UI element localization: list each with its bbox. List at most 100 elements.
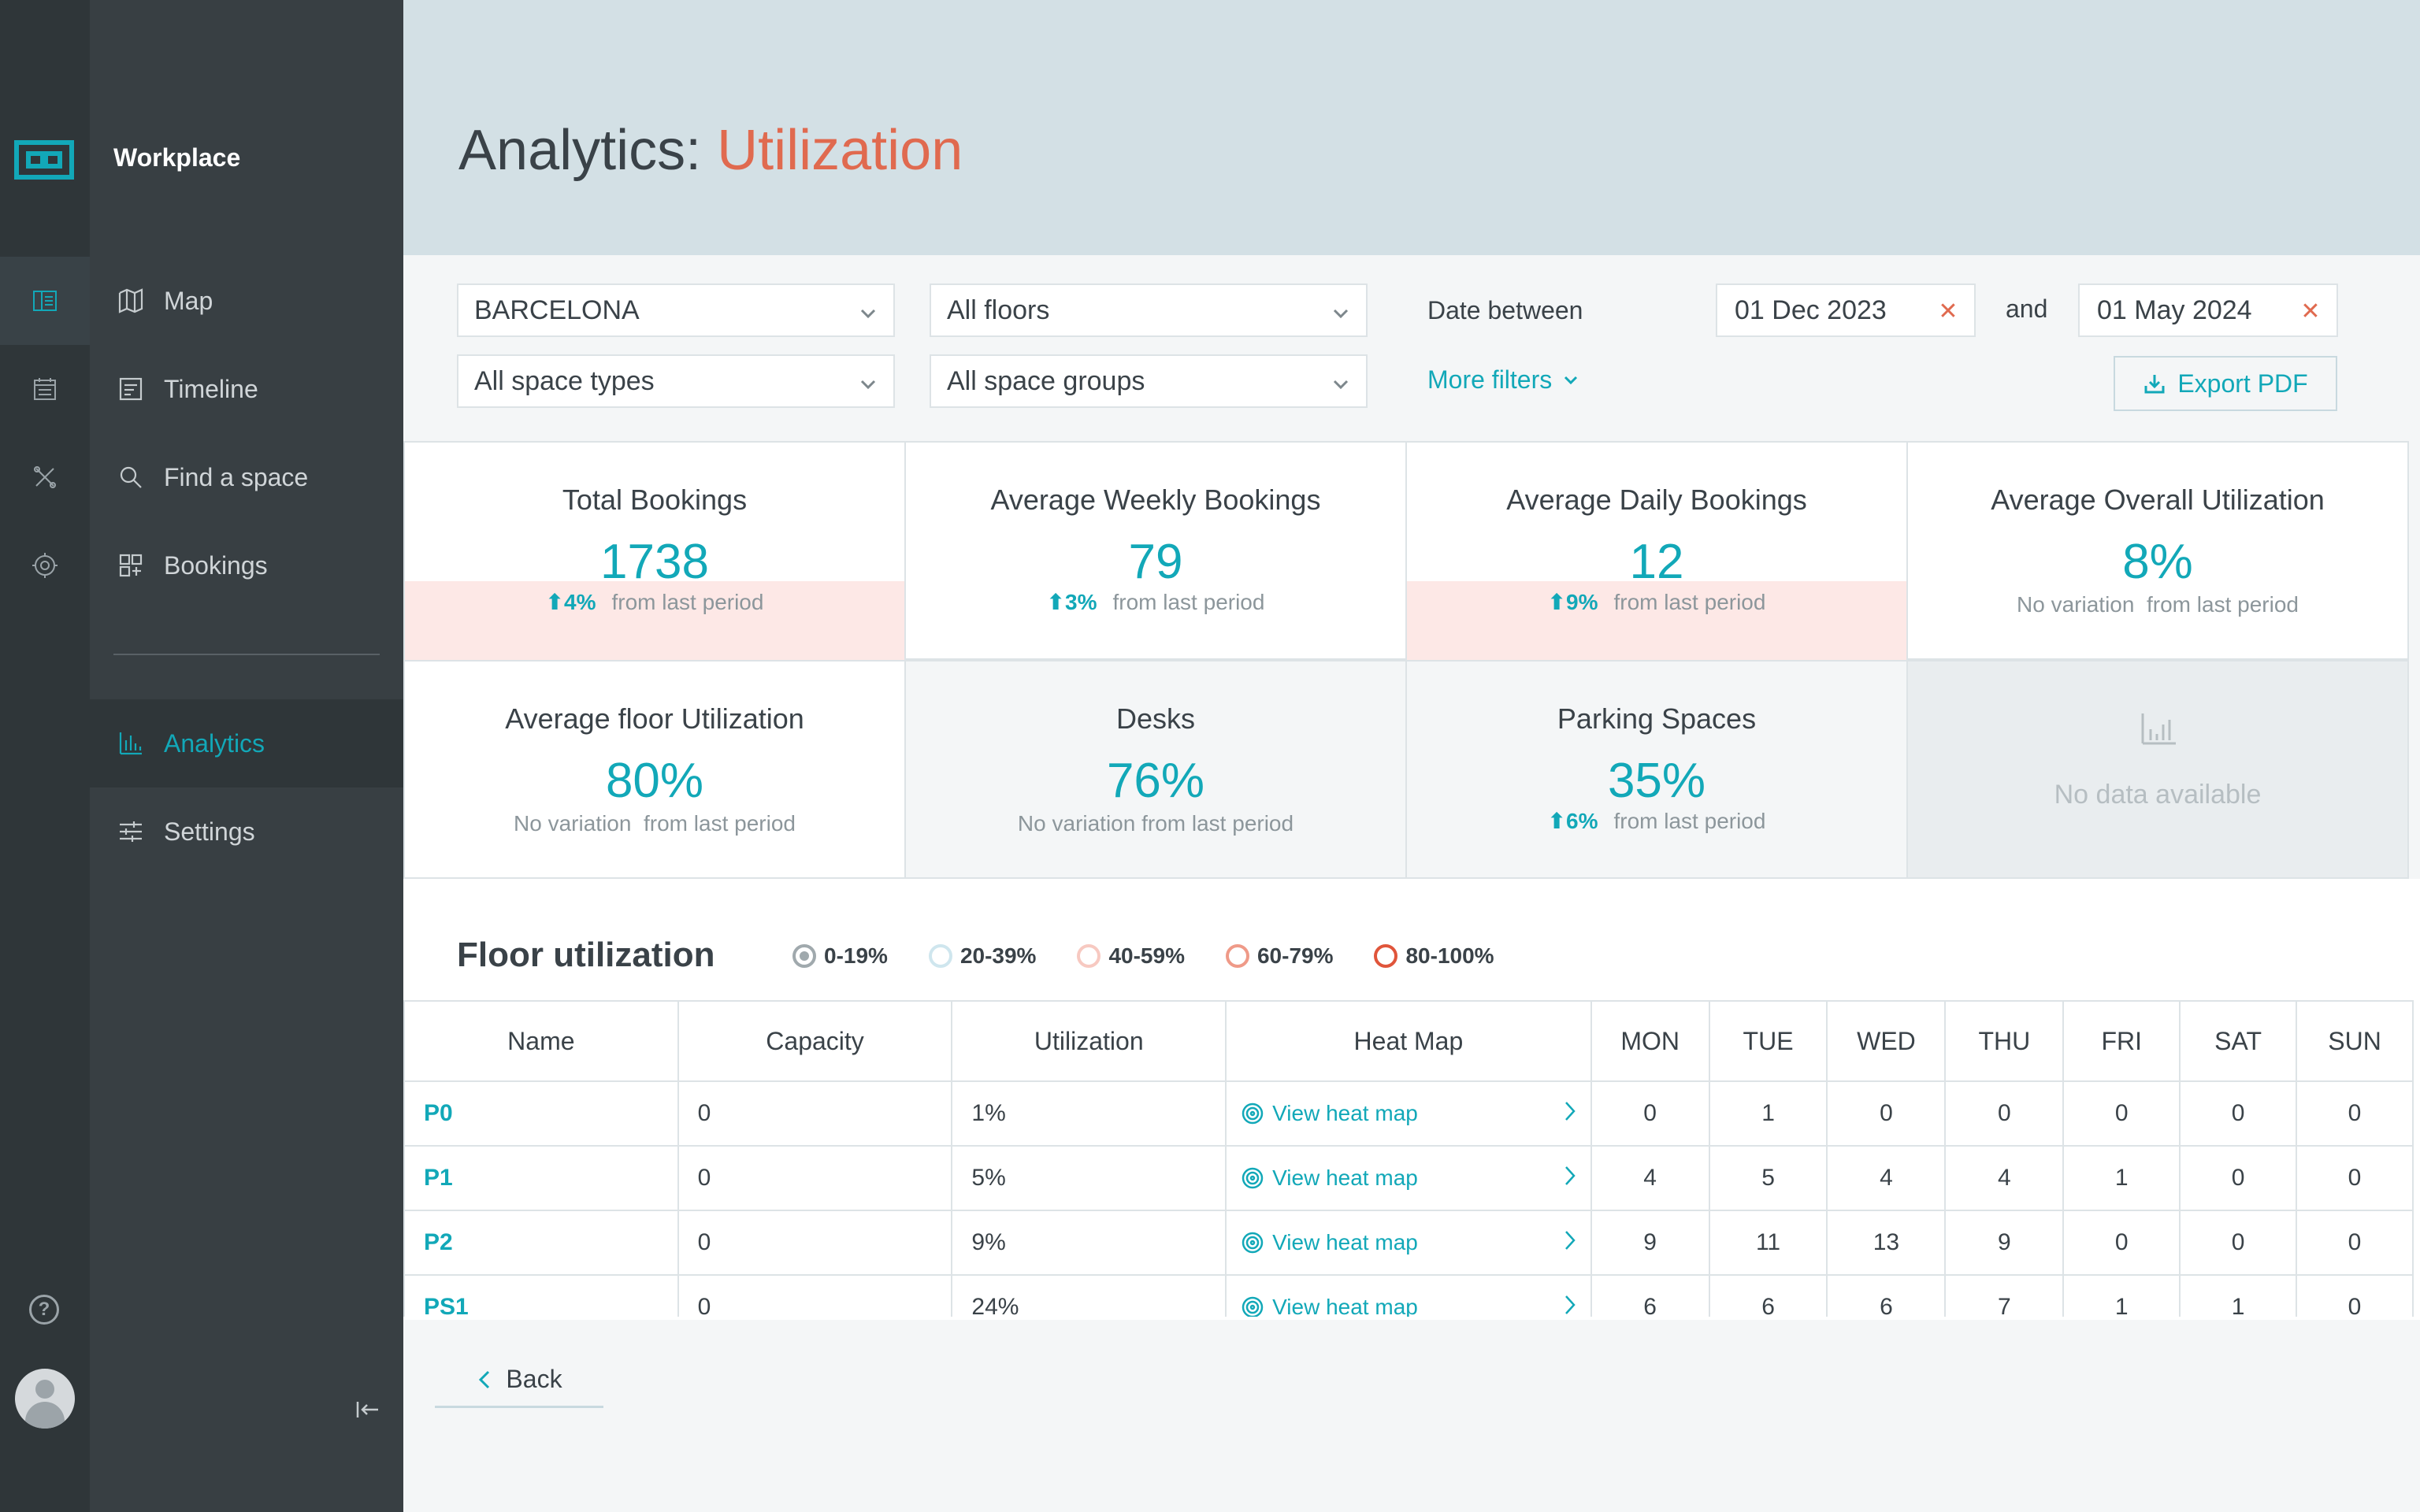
sidebar: Workplace Map Timeline Find a space Book… bbox=[90, 0, 403, 1512]
page-title-accent: Utilization bbox=[717, 119, 963, 182]
view-heat-map-link[interactable]: View heat map bbox=[1241, 1166, 1590, 1191]
heat-map-cell: View heat map bbox=[1225, 1274, 1592, 1317]
clear-date-to-icon[interactable]: ✕ bbox=[2299, 300, 2322, 324]
help-icon[interactable]: ? bbox=[29, 1295, 59, 1325]
clear-date-from-icon[interactable]: ✕ bbox=[1936, 300, 1960, 324]
sidebar-item-label: Find a space bbox=[164, 462, 309, 491]
column-header: THU bbox=[1944, 1000, 2065, 1082]
floor-name-link[interactable]: P1 bbox=[403, 1145, 679, 1211]
export-pdf-label: Export PDF bbox=[2177, 369, 2308, 398]
floor-name-link[interactable]: PS1 bbox=[403, 1274, 679, 1317]
day-value-cell: 5 bbox=[1708, 1145, 1828, 1211]
stat-note: from last period bbox=[1141, 811, 1294, 836]
export-pdf-button[interactable]: Export PDF bbox=[2114, 356, 2337, 411]
view-heat-map-link[interactable]: View heat map bbox=[1241, 1230, 1590, 1255]
chevron-down-icon bbox=[1564, 376, 1578, 384]
day-value-cell: 4 bbox=[1944, 1145, 2065, 1211]
view-heat-map-link[interactable]: View heat map bbox=[1241, 1295, 1590, 1317]
stat-value: 80% bbox=[605, 754, 704, 808]
sidebar-item-analytics[interactable]: Analytics bbox=[90, 699, 403, 788]
icon-rail: ? bbox=[0, 0, 90, 1512]
sidebar-item-find-a-space[interactable]: Find a space bbox=[90, 433, 403, 521]
stat-note: from last period bbox=[644, 811, 796, 836]
stat-note: from last period bbox=[1613, 590, 1766, 614]
stat-change: No variation from last period bbox=[1908, 592, 2407, 617]
stat-title: Average floor Utilization bbox=[505, 702, 804, 735]
sidebar-item-timeline[interactable]: Timeline bbox=[90, 345, 403, 433]
stat-card-desks: Desks 76% No variation from last period bbox=[904, 660, 1407, 879]
rail-tools-icon[interactable] bbox=[0, 433, 90, 521]
stat-change-value: 9% bbox=[1566, 590, 1598, 614]
view-heat-map-label: View heat map bbox=[1272, 1101, 1418, 1125]
day-value-cell: 0 bbox=[2062, 1210, 2181, 1276]
space-types-select[interactable]: All space types bbox=[457, 354, 895, 408]
chevron-right-icon bbox=[1559, 1228, 1581, 1252]
floor-name-link[interactable]: P2 bbox=[403, 1210, 679, 1276]
sidebar-item-label: Bookings bbox=[164, 550, 268, 580]
rail-workplace-icon[interactable] bbox=[0, 257, 90, 345]
stat-value: 76% bbox=[1106, 754, 1205, 808]
chevron-left-icon bbox=[479, 1370, 490, 1388]
view-heat-map-label: View heat map bbox=[1272, 1230, 1418, 1254]
filters-bar: BARCELONA All floors All space types All… bbox=[403, 255, 2420, 441]
sidebar-item-bookings[interactable]: Bookings bbox=[90, 521, 403, 610]
chevron-right-icon bbox=[1559, 1293, 1581, 1317]
column-header[interactable]: Utilization bbox=[951, 1000, 1227, 1082]
stat-change: ⬆9% from last period bbox=[1407, 589, 1906, 615]
sidebar-item-map[interactable]: Map bbox=[90, 257, 403, 345]
avatar-head-shape bbox=[35, 1380, 54, 1399]
stat-title: Average Weekly Bookings bbox=[990, 484, 1321, 516]
view-heat-map-link[interactable]: View heat map bbox=[1241, 1101, 1590, 1126]
day-value-cell: 6 bbox=[1708, 1274, 1828, 1317]
utilization-cell: 9% bbox=[951, 1210, 1227, 1276]
stat-change: No variation from last period bbox=[906, 811, 1405, 836]
stat-value: 12 bbox=[1629, 535, 1684, 589]
day-value-cell: 0 bbox=[1826, 1080, 1947, 1147]
day-value-cell: 0 bbox=[2179, 1145, 2298, 1211]
stat-card-average-overall-utilization: Average Overall Utilization 8% No variat… bbox=[1906, 441, 2409, 660]
sidebar-item-label: Map bbox=[164, 286, 213, 315]
rail-settings-gear-icon[interactable] bbox=[0, 521, 90, 610]
legend-item: 20-39% bbox=[928, 943, 1036, 969]
download-icon bbox=[2144, 375, 2165, 394]
stat-card-average-daily-bookings: Average Daily Bookings 12 ⬆9% from last p… bbox=[1405, 441, 1908, 660]
date-to-field[interactable]: 01 May 2024 ✕ bbox=[2078, 284, 2338, 337]
utilization-cell: 1% bbox=[951, 1080, 1227, 1147]
location-select[interactable]: BARCELONA bbox=[457, 284, 895, 337]
day-value-cell: 4 bbox=[1826, 1145, 1947, 1211]
legend-label: 40-59% bbox=[1108, 943, 1185, 968]
space-groups-select[interactable]: All space groups bbox=[930, 354, 1368, 408]
stat-note: from last period bbox=[2147, 592, 2299, 617]
day-value-cell: 0 bbox=[2179, 1210, 2298, 1276]
column-header[interactable]: Capacity bbox=[677, 1000, 953, 1082]
date-from-field[interactable]: 01 Dec 2023 ✕ bbox=[1716, 284, 1976, 337]
more-filters-button[interactable]: More filters bbox=[1427, 365, 1580, 395]
collapse-sidebar-button[interactable] bbox=[353, 1395, 384, 1427]
table-row: P1 0 5% View heat map 4 5 4 4 1 0 0 bbox=[403, 1145, 2414, 1211]
column-header[interactable]: Name bbox=[403, 1000, 679, 1082]
stat-title: Desks bbox=[1115, 702, 1196, 735]
floors-select[interactable]: All floors bbox=[930, 284, 1368, 337]
and-label: and bbox=[2006, 295, 2048, 323]
day-value-cell: 9 bbox=[1590, 1210, 1710, 1276]
rail-calendar-icon[interactable] bbox=[0, 345, 90, 433]
user-avatar[interactable] bbox=[15, 1369, 75, 1429]
table-row: PS1 0 24% View heat map 6 6 6 7 1 1 0 bbox=[403, 1274, 2414, 1317]
floor-name-link[interactable]: P0 bbox=[403, 1080, 679, 1147]
stat-card-average-weekly-bookings: Average Weekly Bookings 79 ⬆3% from last … bbox=[904, 441, 1407, 660]
table-header-row: Name Capacity Utilization Heat Map MON T… bbox=[403, 1000, 2414, 1082]
stat-note: from last period bbox=[1613, 809, 1766, 833]
legend-item: 80-100% bbox=[1374, 943, 1494, 969]
stat-note: from last period bbox=[1112, 590, 1265, 614]
stat-title: Average Daily Bookings bbox=[1506, 484, 1807, 516]
sidebar-item-settings[interactable]: Settings bbox=[90, 788, 403, 876]
stat-title: Average Overall Utilization bbox=[1991, 484, 2325, 516]
legend-label: 0-19% bbox=[824, 943, 888, 968]
stats-grid: Total Bookings 1738 ⬆4% from last period … bbox=[403, 441, 2420, 879]
heat-map-cell: View heat map bbox=[1225, 1210, 1592, 1276]
sliders-icon bbox=[120, 821, 142, 842]
back-button[interactable]: Back bbox=[435, 1353, 603, 1408]
floor-table-scroll[interactable]: Name Capacity Utilization Heat Map MON T… bbox=[403, 1000, 2420, 1317]
page-header: Analytics: Utilization bbox=[403, 0, 2420, 255]
legend-dot-icon bbox=[928, 944, 952, 968]
